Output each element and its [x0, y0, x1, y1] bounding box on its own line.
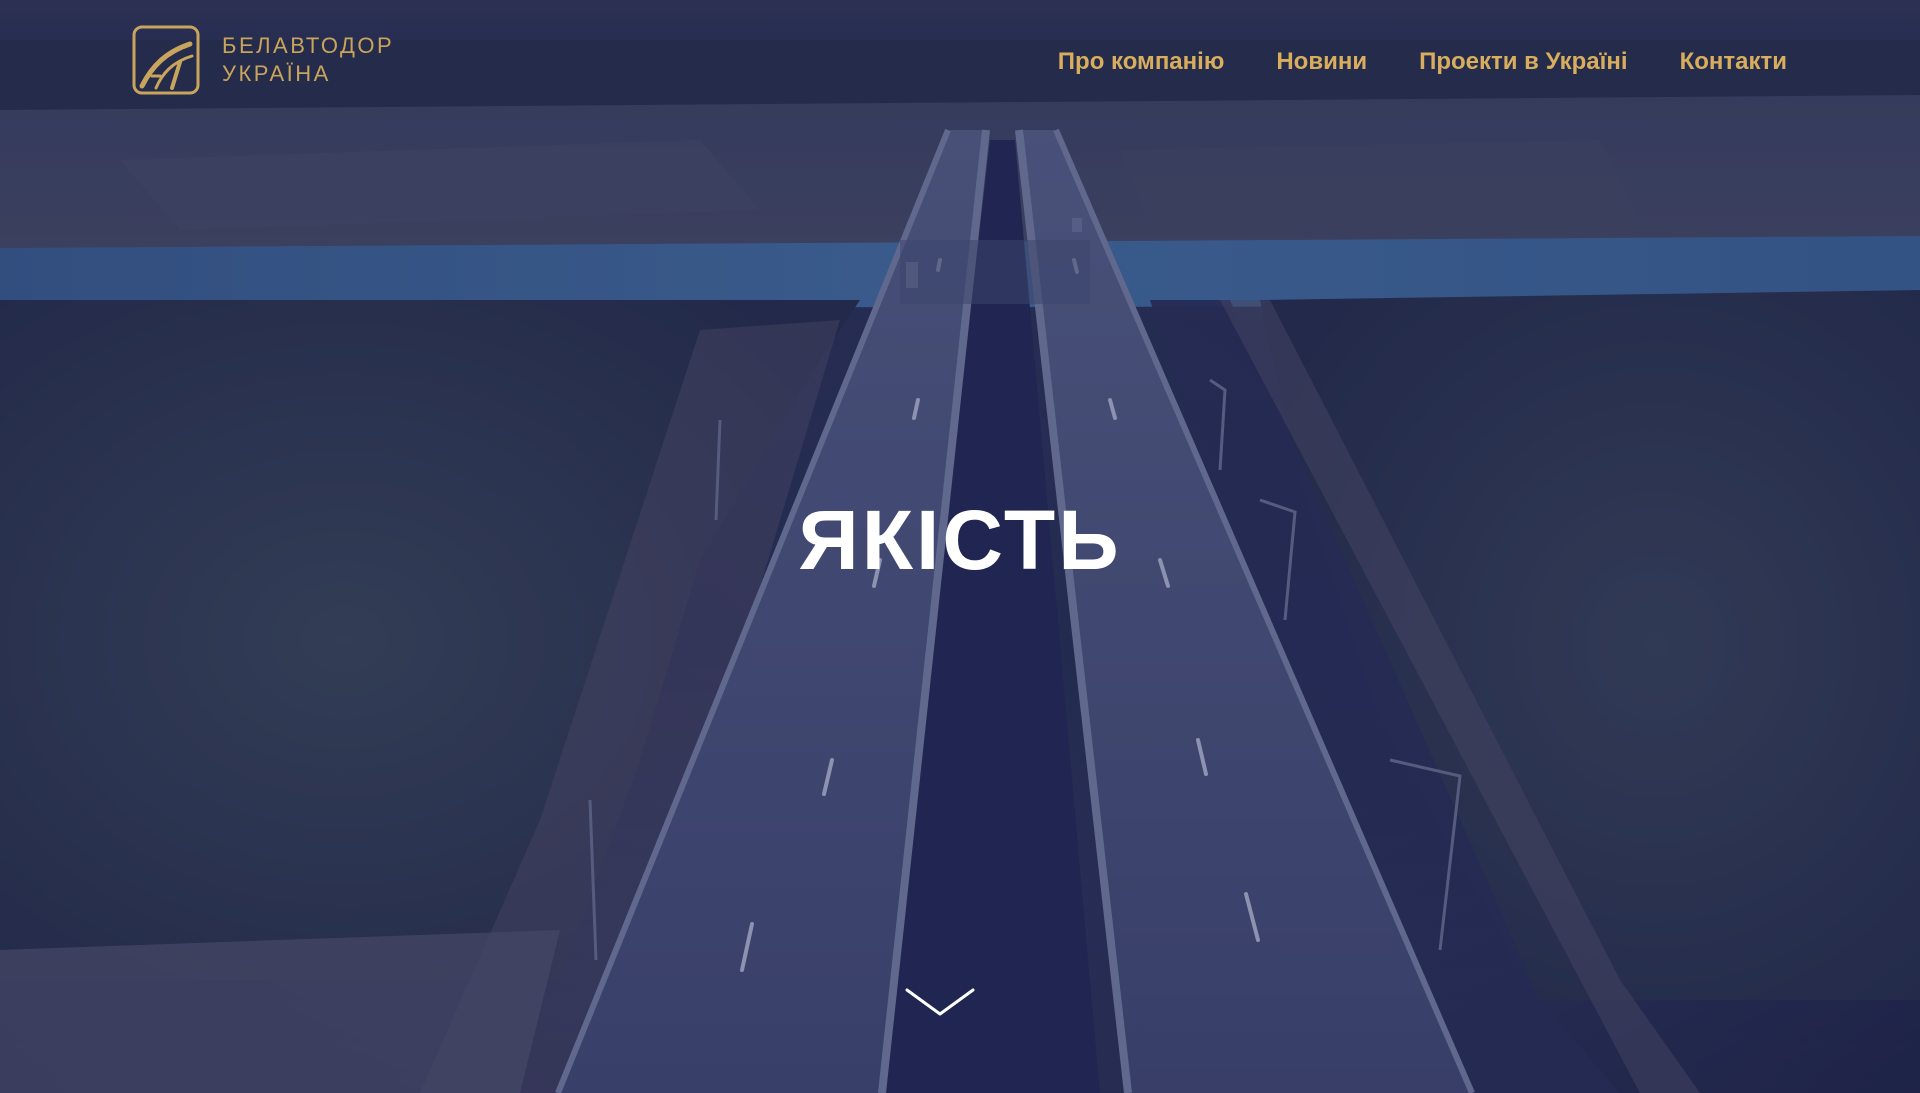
road-logo-icon	[132, 25, 200, 95]
brand-name: БЕЛАВТОДОР УКРАЇНА	[222, 32, 394, 88]
hero-section: БЕЛАВТОДОР УКРАЇНА Про компанію Новини П…	[0, 0, 1920, 1093]
brand-name-line1: БЕЛАВТОДОР	[222, 33, 395, 58]
main-nav: Про компанію Новини Проекти в Україні Ко…	[1058, 44, 1787, 80]
nav-item-projects[interactable]: Проекти в Україні	[1419, 44, 1627, 80]
nav-item-contacts[interactable]: Контакти	[1680, 44, 1787, 80]
brand-name-line2: УКРАЇНА	[222, 61, 331, 86]
hero-headline: ЯКІСТЬ	[798, 493, 1122, 587]
chevron-down-icon[interactable]	[904, 984, 976, 1020]
nav-item-news[interactable]: Новини	[1276, 44, 1367, 80]
brand-logo-link[interactable]: БЕЛАВТОДОР УКРАЇНА	[132, 24, 394, 96]
site-header: БЕЛАВТОДОР УКРАЇНА Про компанію Новини П…	[0, 0, 1920, 120]
nav-item-about[interactable]: Про компанію	[1058, 44, 1225, 80]
